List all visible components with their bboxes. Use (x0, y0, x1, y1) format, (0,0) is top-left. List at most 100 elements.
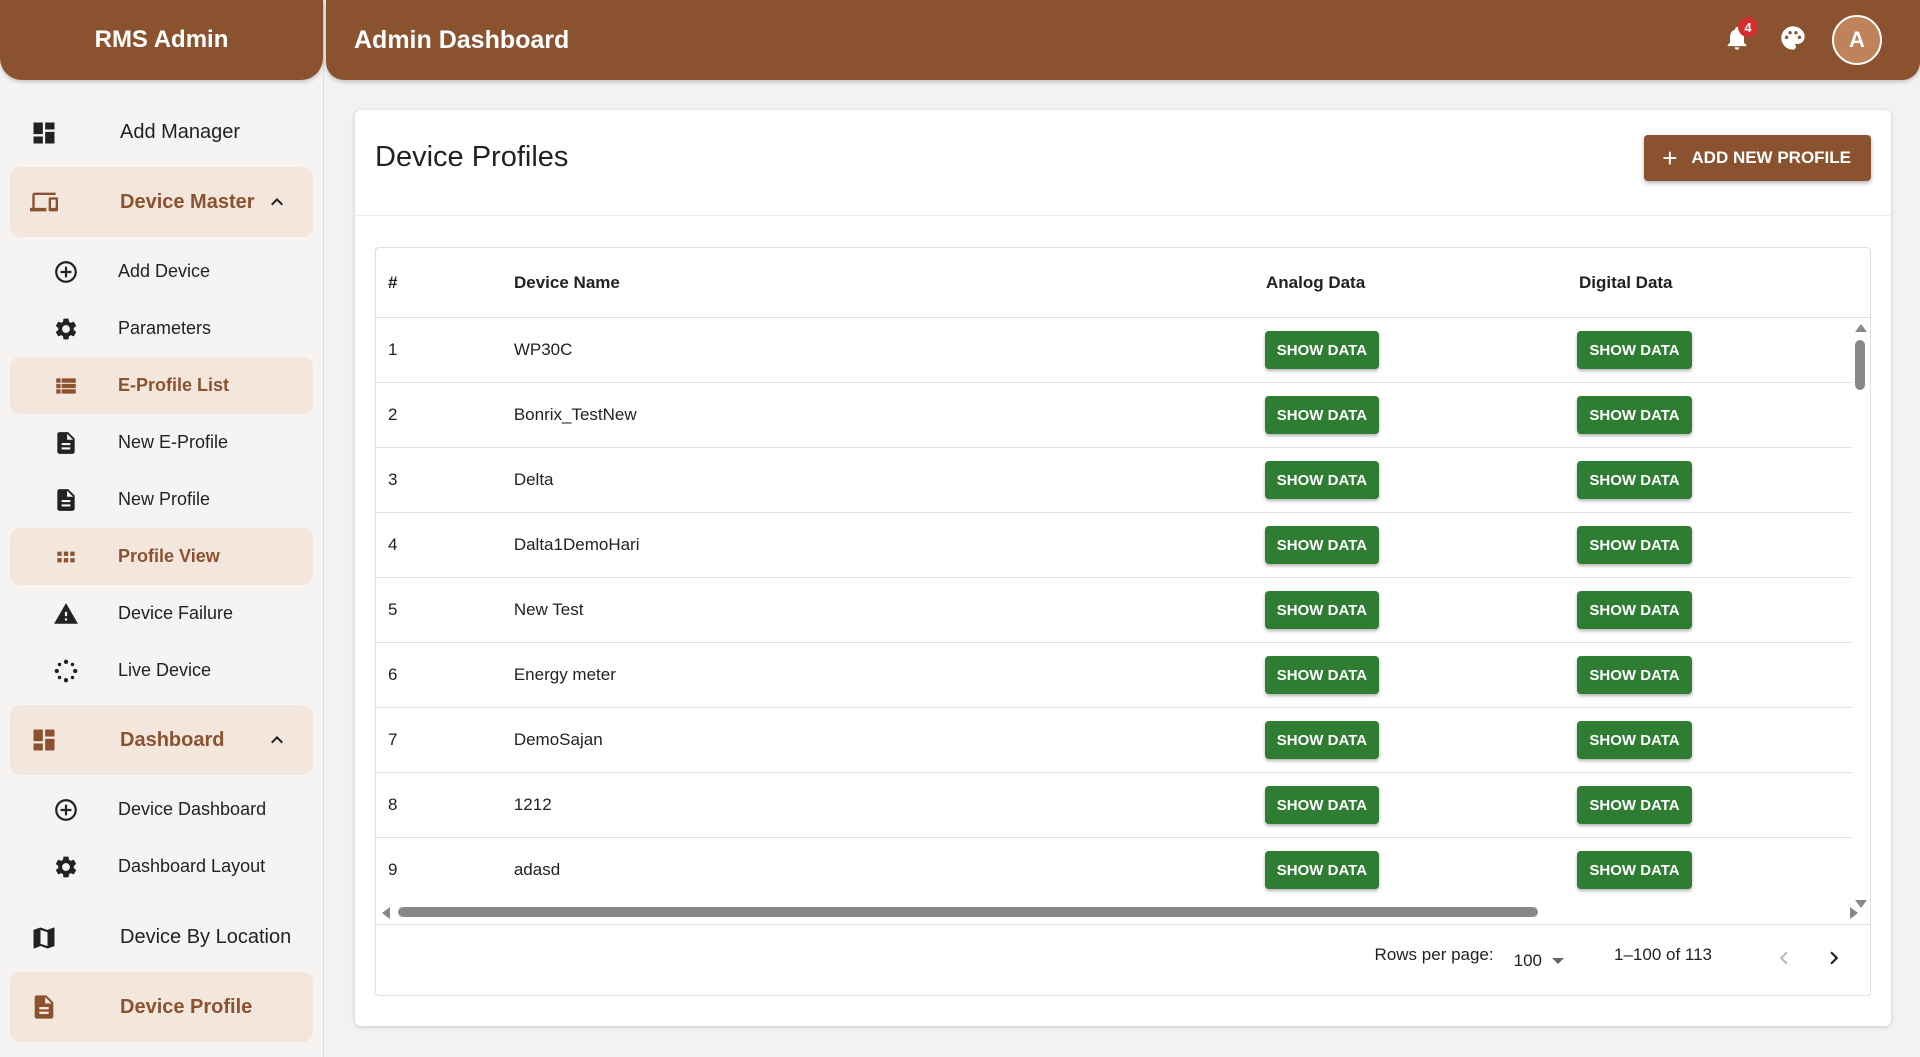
sidebar-item-label: Add Device (118, 261, 211, 281)
sidebar-item-device-failure[interactable]: Device Failure (10, 585, 313, 642)
sidebar-item-profile-view[interactable]: Profile View (10, 528, 313, 585)
device-name-cell: DemoSajan (513, 730, 603, 749)
chevron-up-icon[interactable] (257, 190, 297, 214)
document-icon (30, 993, 78, 1021)
digital-data-cell: SHOW DATA (1577, 591, 1852, 629)
analog-data-cell: SHOW DATA (1264, 721, 1578, 759)
chevron-left-icon (1771, 945, 1797, 976)
sidebar-item-label: Device Dashboard (118, 799, 267, 819)
show-digital-data-button[interactable]: SHOW DATA (1577, 331, 1692, 369)
sidebar-item-device-profile[interactable]: Device Profile (10, 972, 313, 1042)
show-analog-data-button[interactable]: SHOW DATA (1264, 786, 1380, 824)
next-page-button[interactable] (1814, 941, 1854, 981)
notifications-button[interactable]: 4 (1712, 15, 1762, 65)
avatar[interactable]: A (1832, 15, 1882, 65)
devices-icon (30, 188, 78, 216)
pagination: Rows per page: 100 1–100 of 113 (376, 924, 1870, 995)
sidebar-group-dashboard[interactable]: Dashboard (10, 705, 313, 775)
previous-page-button[interactable] (1764, 941, 1804, 981)
analog-data-cell: SHOW DATA (1264, 591, 1578, 629)
show-analog-data-button[interactable]: SHOW DATA (1264, 461, 1380, 499)
horizontal-scroll-thumb[interactable] (398, 907, 1538, 917)
sidebar-item-dashboard-layout[interactable]: Dashboard Layout (10, 838, 313, 895)
sidebar-item-e-profile-list[interactable]: E-Profile List (10, 357, 313, 414)
show-analog-data-button[interactable]: SHOW DATA (1264, 526, 1380, 564)
vertical-scroll-thumb[interactable] (1855, 340, 1865, 390)
page-title: Device Profiles (375, 141, 569, 173)
column-header-analog-data[interactable]: Analog Data (1266, 273, 1579, 293)
palette-icon (1779, 24, 1807, 57)
show-analog-data-button[interactable]: SHOW DATA (1264, 851, 1380, 889)
device-name-cell: Bonrix_TestNew (513, 405, 637, 424)
device-name-cell: Delta (513, 470, 554, 489)
scroll-up-arrow-icon[interactable] (1855, 324, 1867, 332)
sidebar-item-label: New E-Profile (118, 432, 229, 452)
theme-button[interactable] (1768, 15, 1818, 65)
show-digital-data-button[interactable]: SHOW DATA (1577, 786, 1692, 824)
show-digital-data-button[interactable]: SHOW DATA (1577, 721, 1692, 759)
table-row: 2 Bonrix_TestNew SHOW DATA SHOW DATA (376, 383, 1852, 448)
show-analog-data-button[interactable]: SHOW DATA (1264, 591, 1380, 629)
rows-per-page-label: Rows per page: (1374, 944, 1494, 964)
row-number: 8 (388, 795, 398, 814)
column-header-digital-data[interactable]: Digital Data (1579, 273, 1854, 293)
notification-badge: 4 (1738, 17, 1758, 37)
show-digital-data-button[interactable]: SHOW DATA (1577, 526, 1692, 564)
sidebar-item-device-dashboard[interactable]: Device Dashboard (10, 781, 313, 838)
analog-data-cell: SHOW DATA (1264, 656, 1578, 694)
plus-icon: + (1662, 142, 1678, 173)
sidebar-item-add-device[interactable]: Add Device (10, 243, 313, 300)
device-name-cell: Energy meter (513, 665, 616, 684)
sidebar-item-add-manager[interactable]: Add Manager (10, 104, 313, 161)
pagination-range: 1–100 of 113 (1614, 944, 1712, 964)
sidebar-group-label: Device Master (120, 190, 255, 213)
sidebar-item-new-profile[interactable]: New Profile (10, 471, 313, 528)
column-header-device-name[interactable]: Device Name (514, 273, 1266, 293)
chevron-right-icon (1821, 945, 1847, 976)
rows-per-page-value: 100 (1513, 950, 1542, 970)
digital-data-cell: SHOW DATA (1577, 786, 1852, 824)
sidebar-group-device-master[interactable]: Device Master (10, 167, 313, 237)
column-header-num[interactable]: # (376, 273, 514, 293)
chevron-up-icon[interactable] (257, 728, 297, 752)
scroll-right-arrow-icon[interactable] (1850, 907, 1858, 919)
sidebar-item-parameters[interactable]: Parameters (10, 300, 313, 357)
digital-data-cell: SHOW DATA (1577, 721, 1852, 759)
table-row: 3 Delta SHOW DATA SHOW DATA (376, 448, 1852, 513)
show-digital-data-button[interactable]: SHOW DATA (1577, 656, 1692, 694)
grid-view-icon (50, 544, 82, 570)
sidebar-item-label: Parameters (118, 318, 212, 338)
sidebar-item-new-e-profile[interactable]: New E-Profile (10, 414, 313, 471)
analog-data-cell: SHOW DATA (1264, 851, 1578, 889)
card-header: Device Profiles + ADD NEW PROFILE (355, 110, 1891, 216)
show-analog-data-button[interactable]: SHOW DATA (1264, 331, 1380, 369)
show-analog-data-button[interactable]: SHOW DATA (1264, 656, 1380, 694)
vertical-scrollbar[interactable] (1852, 318, 1868, 908)
sidebar-item-live-device[interactable]: Live Device (10, 642, 313, 699)
show-analog-data-button[interactable]: SHOW DATA (1264, 396, 1380, 434)
sidebar-item-label: New Profile (118, 489, 211, 509)
gear-icon (50, 854, 82, 880)
table-row: 6 Energy meter SHOW DATA SHOW DATA (376, 643, 1852, 708)
show-digital-data-button[interactable]: SHOW DATA (1577, 396, 1692, 434)
table-row: 4 Dalta1DemoHari SHOW DATA SHOW DATA (376, 513, 1852, 578)
add-new-profile-button[interactable]: + ADD NEW PROFILE (1644, 134, 1871, 181)
show-digital-data-button[interactable]: SHOW DATA (1577, 591, 1692, 629)
analog-data-cell: SHOW DATA (1264, 461, 1578, 499)
analog-data-cell: SHOW DATA (1264, 526, 1578, 564)
sidebar-item-label: Device Failure (118, 603, 234, 623)
horizontal-scrollbar[interactable] (376, 902, 1870, 922)
device-name-cell: adasd (513, 860, 561, 879)
add-circle-icon (50, 259, 82, 285)
sidebar-item-label: E-Profile List (118, 375, 230, 395)
show-analog-data-button[interactable]: SHOW DATA (1264, 721, 1380, 759)
scroll-left-arrow-icon[interactable] (382, 907, 390, 919)
rows-per-page-select[interactable]: 100 (1514, 951, 1564, 971)
show-digital-data-button[interactable]: SHOW DATA (1577, 851, 1692, 889)
sidebar: RMS Admin Add Manager Device Master Add … (0, 0, 324, 1057)
show-digital-data-button[interactable]: SHOW DATA (1577, 461, 1692, 499)
row-number: 1 (388, 340, 398, 359)
row-number: 9 (388, 860, 398, 879)
sidebar-item-device-by-location[interactable]: Device By Location (10, 909, 313, 966)
sidebar-item-label: Device By Location (120, 926, 292, 948)
